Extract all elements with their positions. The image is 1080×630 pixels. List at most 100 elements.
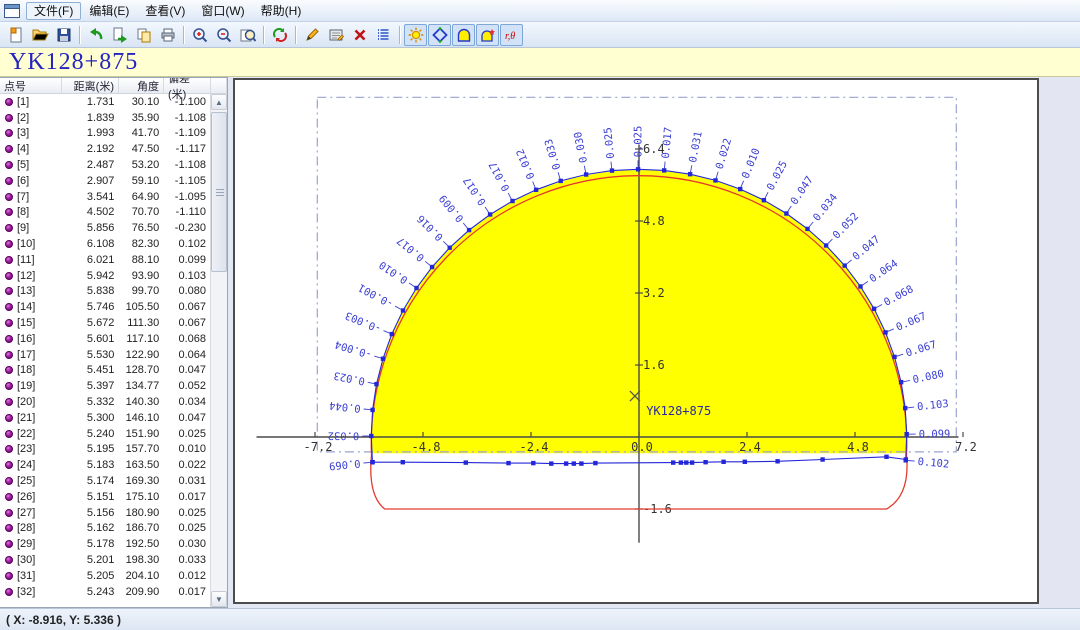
export-arrow-button[interactable] — [108, 24, 131, 46]
point-id: [28] — [0, 522, 62, 534]
table-row[interactable]: [14]5.746105.500.067 — [0, 299, 210, 315]
save-icon — [55, 26, 73, 44]
table-row[interactable]: [28]5.162186.700.025 — [0, 521, 210, 537]
table-row[interactable]: [24]5.183163.500.022 — [0, 457, 210, 473]
zoom-in-button[interactable] — [188, 24, 211, 46]
table-row[interactable]: [18]5.451128.700.047 — [0, 363, 210, 379]
delete-button[interactable] — [348, 24, 371, 46]
table-body: [1]1.73130.10-1.100[2]1.83935.90-1.108[3… — [0, 94, 210, 607]
table-row[interactable]: [29]5.178192.500.030 — [0, 536, 210, 552]
table-row[interactable]: [26]5.151175.100.017 — [0, 489, 210, 505]
open-folder-icon — [31, 26, 49, 44]
import-arrow-button[interactable] — [84, 24, 107, 46]
menu-item-2[interactable]: 查看(V) — [137, 2, 193, 20]
point-id: [13] — [0, 285, 62, 297]
table-row[interactable]: [16]5.601117.100.068 — [0, 331, 210, 347]
table-row[interactable]: [9]5.85676.50-0.230 — [0, 220, 210, 236]
svg-text:0.103: 0.103 — [917, 398, 950, 413]
point-deviation: 0.025 — [163, 507, 210, 519]
copy-button[interactable] — [132, 24, 155, 46]
tunnel-section-button[interactable] — [452, 24, 475, 46]
column-header-1[interactable]: 距离(米) — [62, 78, 119, 93]
section-chart-canvas[interactable]: -7.2-4.8-2.40.02.44.87.21.63.24.86.4-1.6… — [233, 78, 1039, 604]
point-distance: 5.178 — [62, 538, 119, 550]
new-file-icon — [7, 26, 25, 44]
table-row[interactable]: [20]5.332140.300.034 — [0, 394, 210, 410]
point-id: [24] — [0, 459, 62, 471]
table-row[interactable]: [32]5.243209.900.017 — [0, 584, 210, 600]
point-id: [9] — [0, 222, 62, 234]
save-button[interactable] — [52, 24, 75, 46]
polar-coords-button[interactable]: r,θ — [500, 24, 523, 46]
point-bullet-icon — [5, 366, 13, 374]
table-row[interactable]: [21]5.300146.100.047 — [0, 410, 210, 426]
point-id: [2] — [0, 112, 62, 124]
properties-button[interactable] — [324, 24, 347, 46]
table-row[interactable]: [4]2.19247.50-1.117 — [0, 141, 210, 157]
svg-text:7.2: 7.2 — [955, 440, 977, 454]
point-angle: 146.10 — [118, 412, 163, 424]
table-row[interactable]: [5]2.48753.20-1.108 — [0, 157, 210, 173]
scroll-up-icon[interactable]: ▲ — [211, 94, 227, 110]
scrollbar-thumb[interactable] — [211, 112, 227, 272]
table-row[interactable]: [13]5.83899.700.080 — [0, 284, 210, 300]
point-deviation: 0.030 — [163, 538, 210, 550]
point-bullet-icon — [5, 509, 13, 517]
column-header-2[interactable]: 角度 — [119, 78, 164, 93]
table-row[interactable]: [10]6.10882.300.102 — [0, 236, 210, 252]
point-angle: 105.50 — [118, 301, 163, 313]
table-row[interactable]: [7]3.54164.90-1.095 — [0, 189, 210, 205]
point-id: [31] — [0, 570, 62, 582]
menu-item-1[interactable]: 编辑(E) — [81, 2, 137, 20]
menu-item-4[interactable]: 帮助(H) — [253, 2, 310, 20]
table-row[interactable]: [22]5.240151.900.025 — [0, 426, 210, 442]
table-row[interactable]: [31]5.205204.100.012 — [0, 568, 210, 584]
point-bullet-icon — [5, 351, 13, 359]
table-row[interactable]: [25]5.174169.300.031 — [0, 473, 210, 489]
table-scrollbar[interactable]: ▲ ▼ — [210, 94, 227, 607]
svg-text:0.052: 0.052 — [831, 210, 862, 241]
column-header-0[interactable]: 点号 — [0, 78, 62, 93]
point-deviation: 0.012 — [163, 570, 210, 582]
table-row[interactable]: [30]5.201198.300.033 — [0, 552, 210, 568]
highlight-points-button[interactable] — [404, 24, 427, 46]
point-distance: 5.156 — [62, 507, 119, 519]
column-header-3[interactable]: 偏差(米) — [164, 78, 211, 93]
table-row[interactable]: [17]5.530122.900.064 — [0, 347, 210, 363]
table-row[interactable]: [2]1.83935.90-1.108 — [0, 110, 210, 126]
table-row[interactable]: [23]5.195157.700.010 — [0, 442, 210, 458]
point-angle: 169.30 — [118, 475, 163, 487]
table-row[interactable]: [11]6.02188.100.099 — [0, 252, 210, 268]
table-row[interactable]: [19]5.397134.770.052 — [0, 378, 210, 394]
menu-item-3[interactable]: 窗口(W) — [193, 2, 252, 20]
table-row[interactable]: [15]5.672111.300.067 — [0, 315, 210, 331]
open-folder-button[interactable] — [28, 24, 51, 46]
scroll-down-icon[interactable]: ▼ — [211, 591, 227, 607]
point-distance: 5.332 — [62, 396, 119, 408]
zoom-out-button[interactable] — [212, 24, 235, 46]
edit-pencil-button[interactable] — [300, 24, 323, 46]
table-row[interactable]: [3]1.99341.70-1.109 — [0, 126, 210, 142]
point-deviation: -1.105 — [163, 175, 210, 187]
table-row[interactable]: [8]4.50270.70-1.110 — [0, 205, 210, 221]
print-button[interactable] — [156, 24, 179, 46]
zoom-out-icon — [215, 26, 233, 44]
table-row[interactable]: [6]2.90759.10-1.105 — [0, 173, 210, 189]
new-file-button[interactable] — [4, 24, 27, 46]
zoom-extent-button[interactable] — [236, 24, 259, 46]
point-angle: 30.10 — [118, 96, 163, 108]
point-distance: 5.530 — [62, 349, 119, 361]
table-row[interactable]: [27]5.156180.900.025 — [0, 505, 210, 521]
point-bullet-icon — [5, 177, 13, 185]
svg-text:0.067: 0.067 — [894, 310, 928, 333]
list-button[interactable] — [372, 24, 395, 46]
tunnel-annotate-button[interactable] — [476, 24, 499, 46]
table-row[interactable]: [12]5.94293.900.103 — [0, 268, 210, 284]
menu-item-0[interactable]: 文件(F) — [26, 2, 81, 20]
svg-text:0.017: 0.017 — [660, 127, 675, 160]
polygon-button[interactable] — [428, 24, 451, 46]
svg-text:-0.003: -0.003 — [344, 309, 384, 335]
refresh-button[interactable] — [268, 24, 291, 46]
table-row[interactable]: [1]1.73130.10-1.100 — [0, 94, 210, 110]
svg-text:0.080: 0.080 — [912, 368, 945, 386]
